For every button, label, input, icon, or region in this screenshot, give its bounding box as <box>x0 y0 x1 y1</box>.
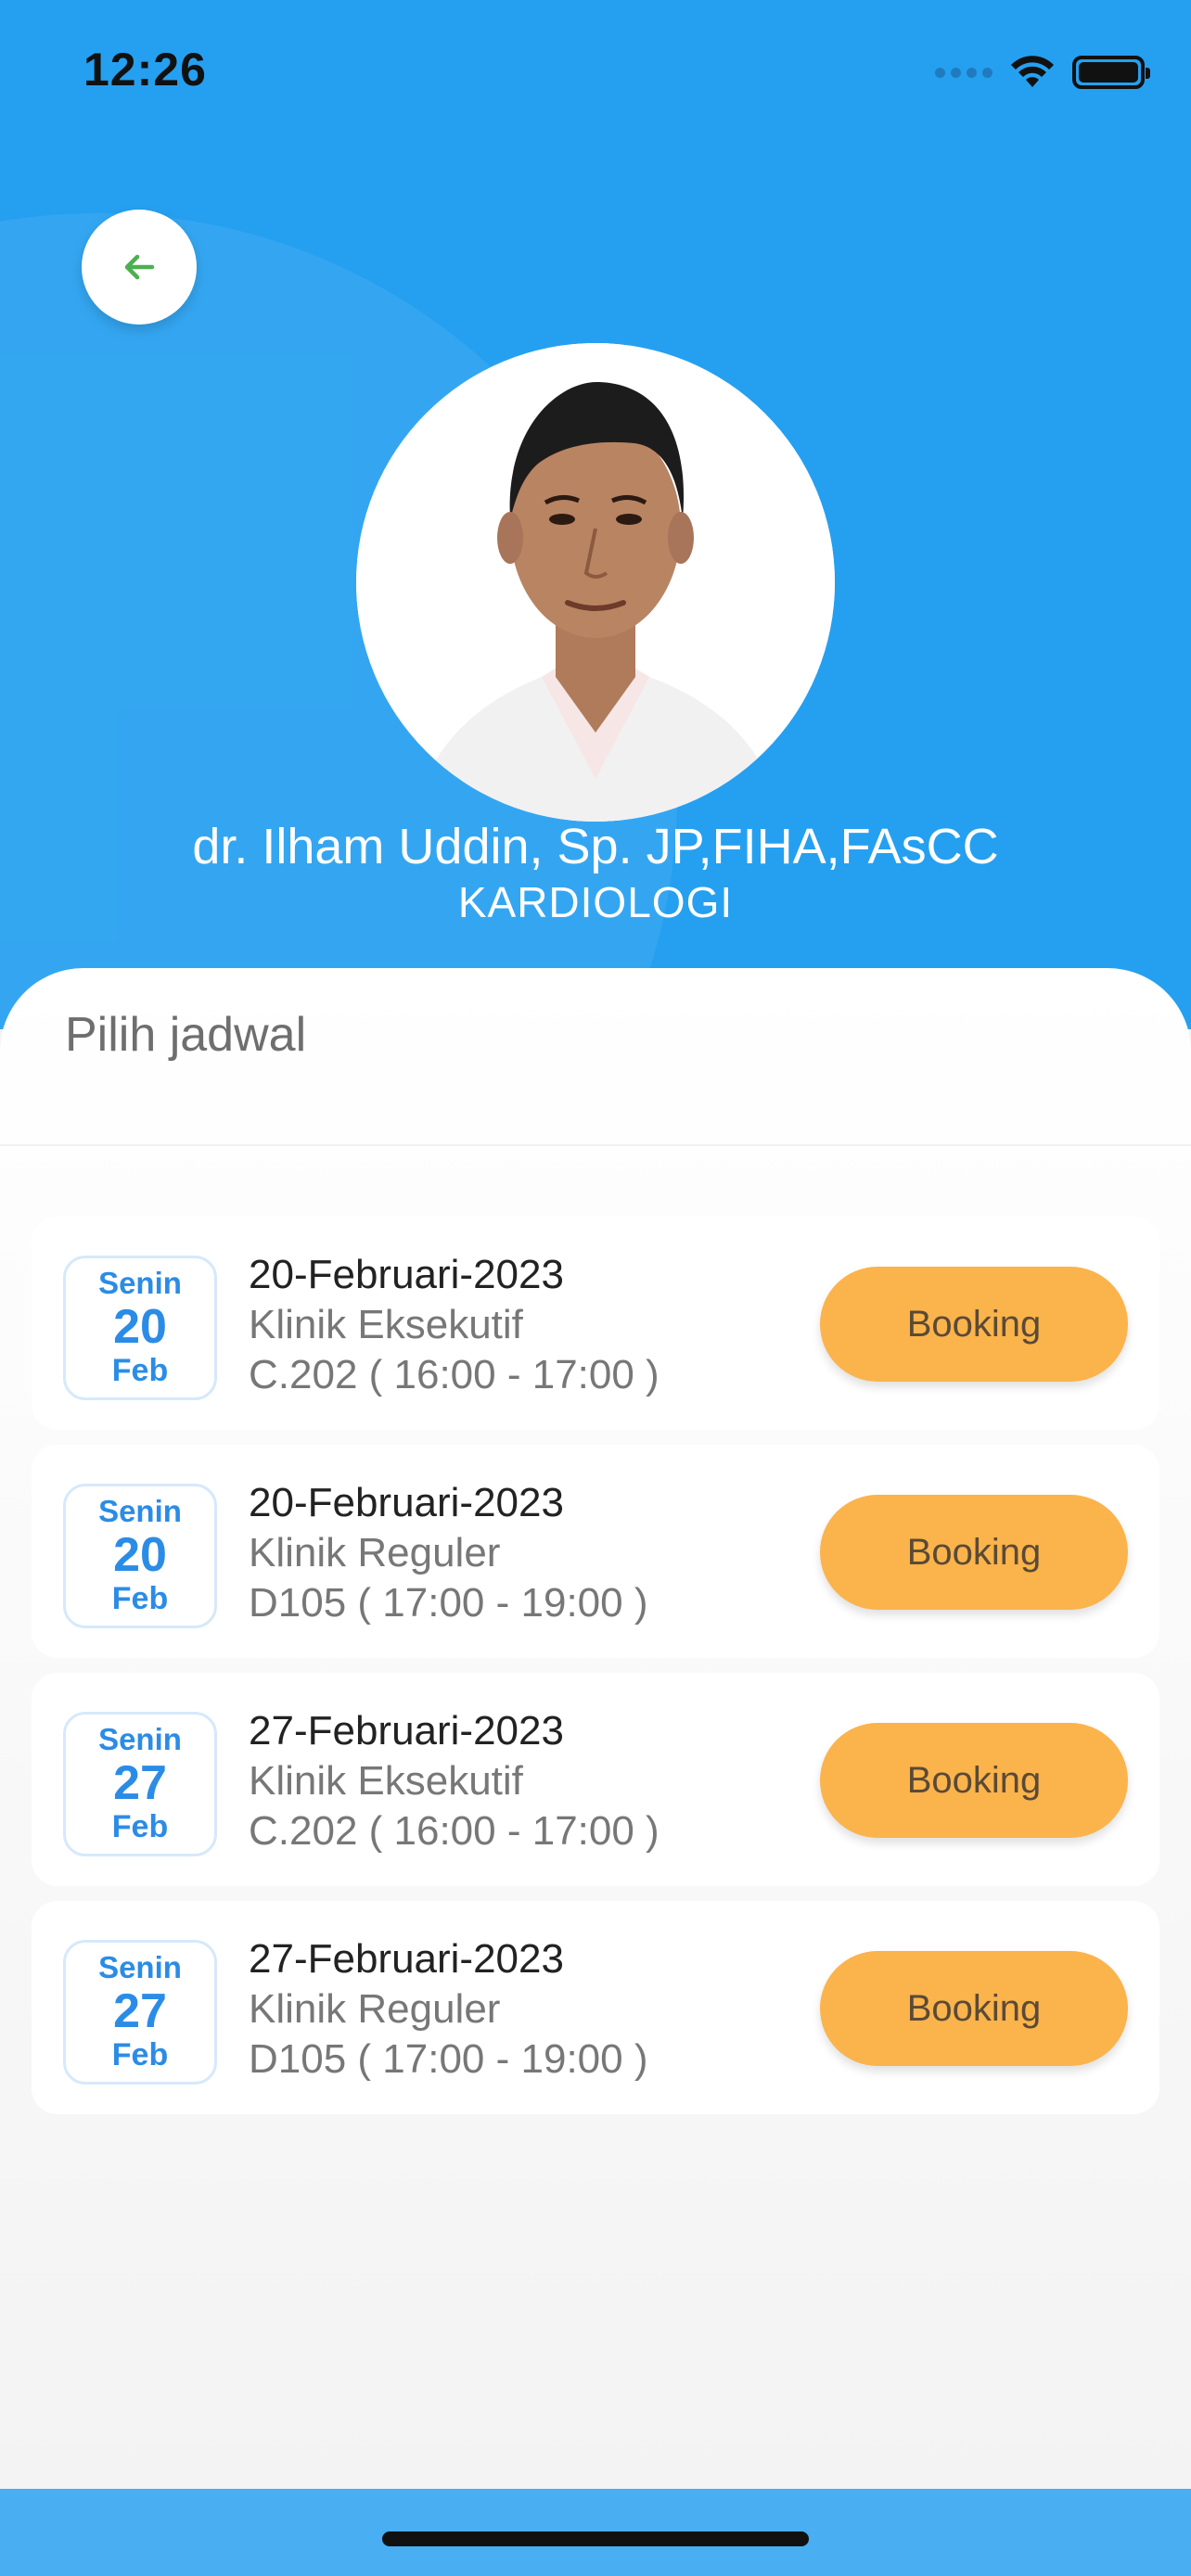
doctor-specialty: KARDIOLOGI <box>457 878 734 926</box>
schedule-sheet: Pilih jadwal Senin 20 Feb 20-Februari-20… <box>0 968 1191 2489</box>
divider <box>0 1144 1191 1146</box>
date-badge-month: Feb <box>111 1353 169 1388</box>
schedule-clinic: Klinik Reguler <box>249 1530 501 1575</box>
date-badge-day: Senin <box>98 1494 182 1528</box>
date-badge-day: Senin <box>98 1950 182 1984</box>
schedule-info: 20-Februari-2023 Klinik Reguler D105 ( 1… <box>249 1478 647 1628</box>
date-badge-number: 27 <box>113 1984 167 2038</box>
signal-icon <box>935 67 992 78</box>
schedule-clinic: Klinik Reguler <box>249 1986 501 2032</box>
schedule-clinic: Klinik Eksekutif <box>249 1302 523 1347</box>
date-badge-day: Senin <box>98 1266 182 1300</box>
schedule-date: 27-Februari-2023 <box>249 1936 564 1982</box>
schedule-room-time: C.202 ( 16:00 - 17:00 ) <box>249 1352 660 1397</box>
booking-button[interactable]: Booking <box>820 1267 1128 1382</box>
schedule-date: 20-Februari-2023 <box>249 1480 564 1525</box>
schedule-room-time: D105 ( 17:00 - 19:00 ) <box>249 2036 648 2082</box>
date-badge-month: Feb <box>111 1809 169 1844</box>
back-button[interactable] <box>82 210 197 325</box>
arrow-left-icon <box>124 254 155 280</box>
battery-icon <box>1072 56 1150 89</box>
schedule-clinic: Klinik Eksekutif <box>249 1758 523 1804</box>
schedule-card: Senin 27 Feb 27-Februari-2023 Klinik Eks… <box>32 1673 1159 1886</box>
screen: 12:26 dr. Ilham Uddin, Sp. JP,FIHA,FAsCC… <box>0 0 1191 2576</box>
schedule-date: 20-Februari-2023 <box>249 1252 564 1297</box>
status-icons <box>935 52 1150 93</box>
bottom-bar <box>0 2489 1191 2576</box>
doctor-name: dr. Ilham Uddin, Sp. JP,FIHA,FAsCC <box>192 819 999 874</box>
date-badge-number: 20 <box>113 1528 167 1582</box>
date-badge: Senin 27 Feb <box>63 1712 217 1856</box>
date-badge-month: Feb <box>111 2037 169 2072</box>
date-badge-day: Senin <box>98 1722 182 1756</box>
home-indicator[interactable] <box>382 2531 809 2546</box>
booking-button[interactable]: Booking <box>820 1951 1128 2066</box>
date-badge-number: 20 <box>113 1300 167 1354</box>
wifi-icon <box>1011 56 1054 87</box>
doctor-avatar <box>356 343 835 822</box>
schedule-info: 20-Februari-2023 Klinik Eksekutif C.202 … <box>249 1250 660 1400</box>
date-badge-month: Feb <box>111 1581 169 1616</box>
schedule-card: Senin 20 Feb 20-Februari-2023 Klinik Reg… <box>32 1445 1159 1658</box>
date-badge: Senin 20 Feb <box>63 1256 217 1400</box>
status-time: 12:26 <box>83 44 207 96</box>
booking-button[interactable]: Booking <box>820 1495 1128 1610</box>
schedule-info: 27-Februari-2023 Klinik Eksekutif C.202 … <box>249 1706 660 1856</box>
schedule-date: 27-Februari-2023 <box>249 1708 564 1753</box>
schedule-title: Pilih jadwal <box>65 1008 307 1062</box>
booking-button[interactable]: Booking <box>820 1723 1128 1838</box>
date-badge: Senin 27 Feb <box>63 1940 217 2085</box>
schedule-info: 27-Februari-2023 Klinik Reguler D105 ( 1… <box>249 1934 647 2085</box>
doctor-header: 12:26 dr. Ilham Uddin, Sp. JP,FIHA,FAsCC… <box>0 0 1191 1029</box>
schedule-card: Senin 20 Feb 20-Februari-2023 Klinik Eks… <box>32 1217 1159 1430</box>
date-badge-number: 27 <box>113 1756 167 1810</box>
schedule-card: Senin 27 Feb 27-Februari-2023 Klinik Reg… <box>32 1901 1159 2114</box>
schedule-room-time: C.202 ( 16:00 - 17:00 ) <box>249 1808 660 1854</box>
schedule-room-time: D105 ( 17:00 - 19:00 ) <box>249 1580 648 1626</box>
doctor-photo <box>356 343 835 822</box>
date-badge: Senin 20 Feb <box>63 1484 217 1628</box>
